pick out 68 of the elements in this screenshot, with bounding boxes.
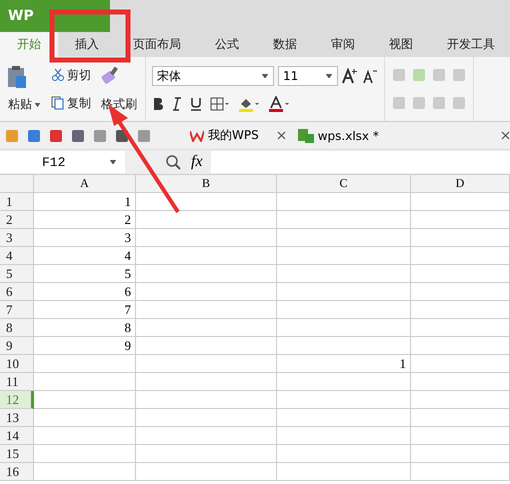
row-header[interactable]: 1 xyxy=(0,193,34,211)
column-header[interactable]: B xyxy=(136,175,277,193)
font-select[interactable]: 宋体 xyxy=(152,66,274,86)
table-cell: 9 xyxy=(34,337,136,355)
row-header[interactable]: 11 xyxy=(0,373,34,391)
italic-icon[interactable] xyxy=(172,97,182,111)
document-tab[interactable]: 我的WPS xyxy=(184,127,265,144)
row-header[interactable]: 3 xyxy=(0,229,34,247)
row-header[interactable]: 9 xyxy=(0,337,34,355)
table-cell: 2 xyxy=(34,211,136,229)
column-header[interactable]: A xyxy=(34,175,136,193)
close-icon[interactable] xyxy=(500,131,510,140)
copy-button[interactable]: 复制 xyxy=(49,94,93,112)
ribbon-tab[interactable]: 页面布局 xyxy=(116,32,198,57)
caret-icon[interactable] xyxy=(109,160,117,164)
table-cell: 1 xyxy=(277,355,411,373)
row-header[interactable]: 15 xyxy=(0,445,34,463)
row-header[interactable]: 13 xyxy=(0,409,34,427)
ribbon-tab[interactable]: 公式 xyxy=(198,32,256,57)
caret-icon[interactable] xyxy=(34,102,41,107)
ribbon-tab[interactable]: 插入 xyxy=(58,32,116,57)
zoom-icon[interactable] xyxy=(165,154,181,170)
row-header[interactable]: 16 xyxy=(0,463,34,481)
ribbon-tab[interactable]: 开始 xyxy=(0,32,58,57)
table-cell: 7 xyxy=(34,301,136,319)
w-logo-icon xyxy=(190,130,204,142)
row-header[interactable]: 10 xyxy=(0,355,34,373)
table-cell: 5 xyxy=(34,265,136,283)
scissors-icon xyxy=(51,68,65,82)
grow-font-icon[interactable] xyxy=(342,68,358,84)
row-header[interactable]: 2 xyxy=(0,211,34,229)
spreadsheet-icon xyxy=(298,128,314,142)
cut-button[interactable]: 剪切 xyxy=(49,66,93,84)
ribbon-tab[interactable]: 视图 xyxy=(372,32,430,57)
caret-icon[interactable] xyxy=(261,74,269,78)
ribbon-tab[interactable]: 数据 xyxy=(256,32,314,57)
column-header[interactable]: C xyxy=(277,175,411,193)
row-header[interactable]: 8 xyxy=(0,319,34,337)
row-header[interactable]: 14 xyxy=(0,427,34,445)
shrink-font-icon[interactable] xyxy=(362,68,378,84)
table-cell: 6 xyxy=(34,283,136,301)
copy-icon xyxy=(51,96,65,110)
clipboard-icon[interactable] xyxy=(6,64,28,89)
font-size-select[interactable]: 11 xyxy=(278,66,338,86)
table-cell: 3 xyxy=(34,229,136,247)
function-label[interactable]: fx xyxy=(191,153,203,171)
close-icon[interactable] xyxy=(276,131,286,140)
borders-icon[interactable] xyxy=(210,97,230,111)
underline-icon[interactable] xyxy=(190,97,202,111)
fill-color-icon[interactable] xyxy=(238,96,260,112)
column-header[interactable]: D xyxy=(411,175,510,193)
document-tab[interactable]: wps.xlsx * xyxy=(292,128,385,142)
ribbon-tab[interactable]: 审阅 xyxy=(314,32,372,57)
row-header[interactable]: 7 xyxy=(0,301,34,319)
row-header[interactable]: 4 xyxy=(0,247,34,265)
table-cell: 8 xyxy=(34,319,136,337)
table-cell: 4 xyxy=(34,247,136,265)
row-header[interactable]: 12 xyxy=(0,391,34,409)
name-box[interactable]: F12 xyxy=(0,151,125,173)
bold-icon[interactable] xyxy=(152,97,164,111)
table-cell: 1 xyxy=(34,193,136,211)
paste-button[interactable]: 粘贴 xyxy=(6,96,43,114)
caret-icon[interactable] xyxy=(325,74,333,78)
ribbon-tab[interactable]: 开发工具 xyxy=(430,32,510,57)
font-color-icon[interactable] xyxy=(268,96,290,112)
formula-input[interactable] xyxy=(210,151,510,173)
row-header[interactable]: 5 xyxy=(0,265,34,283)
row-header[interactable]: 6 xyxy=(0,283,34,301)
